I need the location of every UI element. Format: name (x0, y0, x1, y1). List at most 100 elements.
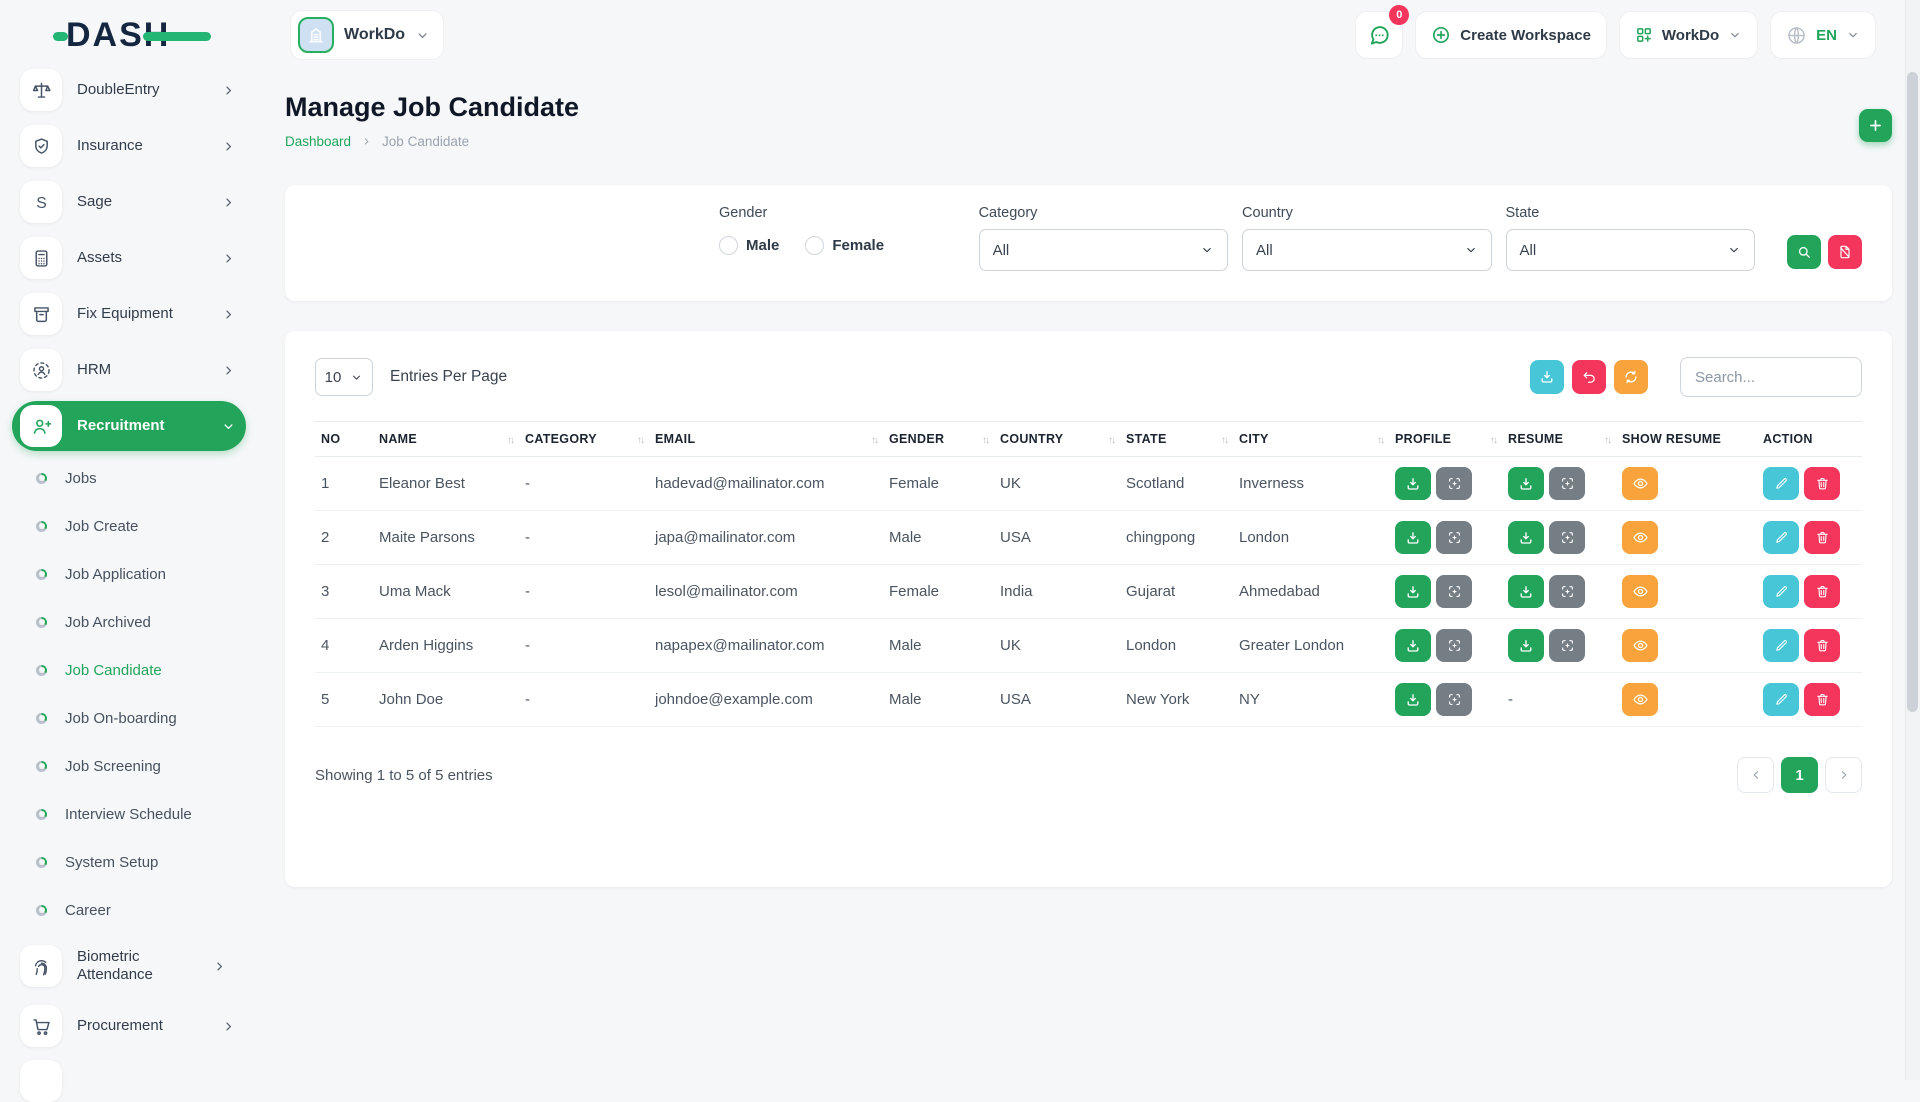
sidebar-item-career[interactable]: Career (12, 886, 246, 934)
entries-per-page-select[interactable]: 10 (315, 358, 373, 396)
country-label: Country (1242, 205, 1491, 221)
export-button[interactable] (1530, 360, 1564, 394)
messages-button[interactable]: 0 (1355, 11, 1403, 59)
state-select[interactable]: All (1506, 229, 1755, 271)
workspace-selector[interactable]: WorkDo (290, 10, 444, 60)
refresh-icon (1623, 369, 1639, 385)
sort-icon[interactable]: ↑↓ (1377, 435, 1383, 446)
sidebar-item-job-screening[interactable]: Job Screening (12, 742, 246, 790)
category-select[interactable]: All (979, 229, 1228, 271)
sidebar-item-biometric-attendance[interactable]: Biometric Attendance (12, 934, 246, 998)
sidebar-item-insurance[interactable]: Insurance (12, 118, 246, 174)
chevron-right-icon (221, 83, 236, 98)
sidebar-item-job-candidate[interactable]: Job Candidate (12, 646, 246, 694)
sidebar-item-job-application[interactable]: Job Application (12, 550, 246, 598)
sidebar-item-job-archived[interactable]: Job Archived (12, 598, 246, 646)
pagination-next-button[interactable] (1825, 757, 1862, 793)
sort-icon[interactable]: ↑↓ (1490, 435, 1496, 446)
sidebar-item-interview-schedule[interactable]: Interview Schedule (12, 790, 246, 838)
add-candidate-button[interactable] (1859, 109, 1892, 142)
profile-download-button[interactable] (1395, 467, 1431, 500)
profile-view-button[interactable] (1436, 683, 1472, 716)
profile-download-button[interactable] (1395, 575, 1431, 608)
show-resume-button[interactable] (1622, 467, 1658, 500)
profile-view-button[interactable] (1436, 521, 1472, 554)
sidebar-item-jobs[interactable]: Jobs (12, 454, 246, 502)
delete-button[interactable] (1804, 629, 1840, 662)
resume-download-button[interactable] (1508, 629, 1544, 662)
profile-download-button[interactable] (1395, 521, 1431, 554)
show-resume-button[interactable] (1622, 629, 1658, 662)
edit-button[interactable] (1763, 467, 1799, 500)
table-search-input[interactable] (1680, 357, 1862, 397)
show-resume-button[interactable] (1622, 575, 1658, 608)
breadcrumb-dashboard-link[interactable]: Dashboard (285, 134, 351, 149)
profile-download-button[interactable] (1395, 683, 1431, 716)
bullet-icon (36, 617, 47, 628)
delete-button[interactable] (1804, 683, 1840, 716)
sort-icon[interactable]: ↑↓ (982, 435, 988, 446)
pagination-page-1-button[interactable]: 1 (1781, 757, 1818, 793)
refresh-button[interactable] (1614, 360, 1648, 394)
sort-icon[interactable]: ↑↓ (871, 435, 877, 446)
resume-view-button[interactable] (1549, 629, 1585, 662)
profile-view-button[interactable] (1436, 575, 1472, 608)
edit-button[interactable] (1763, 575, 1799, 608)
profile-view-button[interactable] (1436, 629, 1472, 662)
sort-icon[interactable]: ↑↓ (1604, 435, 1610, 446)
gender-male-option[interactable]: Male (719, 236, 779, 255)
delete-button[interactable] (1804, 575, 1840, 608)
scrollbar-track[interactable] (1905, 0, 1920, 1080)
create-workspace-button[interactable]: Create Workspace (1415, 11, 1607, 59)
female-radio[interactable] (805, 236, 824, 255)
sidebar-item-sage[interactable]: Sage (12, 174, 246, 230)
sort-icon[interactable]: ↑↓ (637, 435, 643, 446)
sidebar-item-assets[interactable]: Assets (12, 230, 246, 286)
show-resume-button[interactable] (1622, 521, 1658, 554)
resume-view-button[interactable] (1549, 521, 1585, 554)
calculator-icon (20, 237, 62, 279)
delete-button[interactable] (1804, 467, 1840, 500)
resume-view-button[interactable] (1549, 575, 1585, 608)
eye-icon (1632, 529, 1649, 546)
resume-download-button[interactable] (1508, 467, 1544, 500)
male-radio[interactable] (719, 236, 738, 255)
sidebar-item-fix-equipment[interactable]: Fix Equipment (12, 286, 246, 342)
country-select[interactable]: All (1242, 229, 1491, 271)
resume-download-button[interactable] (1508, 575, 1544, 608)
download-icon (1405, 530, 1421, 546)
sidebar-item-recruitment[interactable]: Recruitment (12, 401, 246, 451)
edit-button[interactable] (1763, 683, 1799, 716)
profile-view-button[interactable] (1436, 467, 1472, 500)
show-resume-button[interactable] (1622, 683, 1658, 716)
chevron-down-icon (1728, 28, 1742, 42)
sidebar-item-job-create[interactable]: Job Create (12, 502, 246, 550)
edit-button[interactable] (1763, 629, 1799, 662)
sort-icon[interactable]: ↑↓ (1221, 435, 1227, 446)
delete-button[interactable] (1804, 521, 1840, 554)
sidebar-item-job-onboarding[interactable]: Job On-boarding (12, 694, 246, 742)
edit-button[interactable] (1763, 521, 1799, 554)
sidebar-item-procurement[interactable]: Procurement (12, 998, 246, 1054)
language-selector[interactable]: EN (1770, 11, 1876, 59)
undo-button[interactable] (1572, 360, 1606, 394)
sidebar-item-doubleentry[interactable]: DoubleEntry (12, 62, 246, 118)
gender-female-option[interactable]: Female (805, 236, 884, 255)
profile-download-button[interactable] (1395, 629, 1431, 662)
reset-filter-button[interactable] (1828, 235, 1862, 269)
country-filter-group: Country All (1242, 205, 1491, 281)
workdo-menu-button[interactable]: WorkDo (1619, 11, 1758, 59)
sidebar-item-hrm[interactable]: HRM (12, 342, 246, 398)
sort-icon[interactable]: ↑↓ (507, 435, 513, 446)
sort-icon[interactable]: ↑↓ (1108, 435, 1114, 446)
scan-frame-icon (1560, 584, 1575, 599)
resume-view-button[interactable] (1549, 467, 1585, 500)
pagination-prev-button[interactable] (1737, 757, 1774, 793)
bullet-icon (36, 809, 47, 820)
download-icon (1518, 530, 1534, 546)
sidebar-item-partial[interactable] (20, 1060, 62, 1102)
scrollbar-thumb[interactable] (1907, 72, 1918, 712)
resume-download-button[interactable] (1508, 521, 1544, 554)
sidebar-item-system-setup[interactable]: System Setup (12, 838, 246, 886)
apply-filter-button[interactable] (1787, 235, 1821, 269)
